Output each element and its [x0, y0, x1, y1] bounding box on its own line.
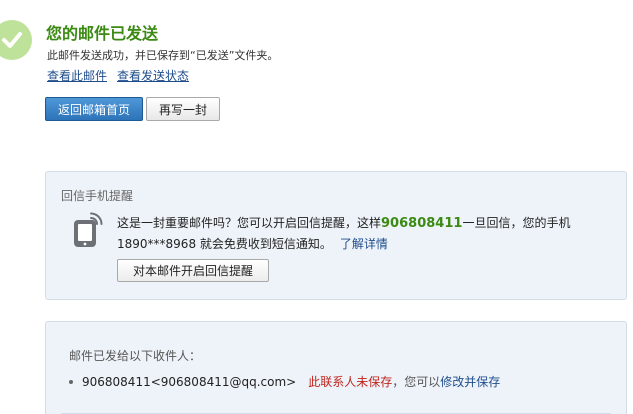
learn-more-link[interactable]: 了解详情 — [340, 237, 388, 251]
reminder-panel-title: 回信手机提醒 — [61, 189, 134, 203]
reply-reminder-panel: 回信手机提醒 这是一封重要邮件吗？您可以开启回信提醒，这样906808411一旦… — [45, 171, 627, 300]
bullet-icon — [69, 379, 73, 384]
enable-reply-reminder-button[interactable]: 对本邮件开启回信提醒 — [117, 259, 269, 282]
check-circle-icon — [0, 20, 32, 60]
recipient-number: 906808411 — [381, 216, 463, 231]
recipients-title: 邮件已发给以下收件人： — [69, 349, 202, 363]
recipient-address: 906808411<906808411@qq.com> — [82, 374, 297, 389]
save-hint-text: ，您可以 — [392, 375, 441, 389]
compose-again-button[interactable]: 再写一封 — [146, 97, 220, 121]
recipients-panel: 邮件已发给以下收件人： 906808411<906808411@qq.com> … — [45, 321, 627, 414]
mobile-phone-icon — [74, 212, 103, 247]
status-subtitle: 此邮件发送成功，并已保存到“已发送”文件夹。 — [47, 49, 279, 62]
edit-and-save-link[interactable]: 修改并保存 — [440, 373, 500, 390]
mail-sent-page: 您的邮件已发送 此邮件发送成功，并已保存到“已发送”文件夹。 查看此邮件 查看发送… — [0, 0, 633, 414]
status-links: 查看此邮件 查看发送状态 — [47, 67, 199, 84]
list-item: 906808411<906808411@qq.com> 此联系人未保存 ，您可以… — [69, 373, 500, 390]
contact-not-saved-label: 此联系人未保存 — [308, 375, 393, 389]
reminder-text-before: 这是一封重要邮件吗？您可以开启回信提醒，这样 — [117, 216, 382, 230]
page-title: 您的邮件已发送 — [46, 24, 159, 43]
view-send-status-link[interactable]: 查看发送状态 — [117, 69, 189, 83]
reminder-text: 这是一封重要邮件吗？您可以开启回信提醒，这样906808411一旦回信，您的手机… — [117, 213, 597, 254]
view-mail-link[interactable]: 查看此邮件 — [47, 69, 107, 83]
back-to-inbox-button[interactable]: 返回邮箱首页 — [45, 97, 143, 121]
